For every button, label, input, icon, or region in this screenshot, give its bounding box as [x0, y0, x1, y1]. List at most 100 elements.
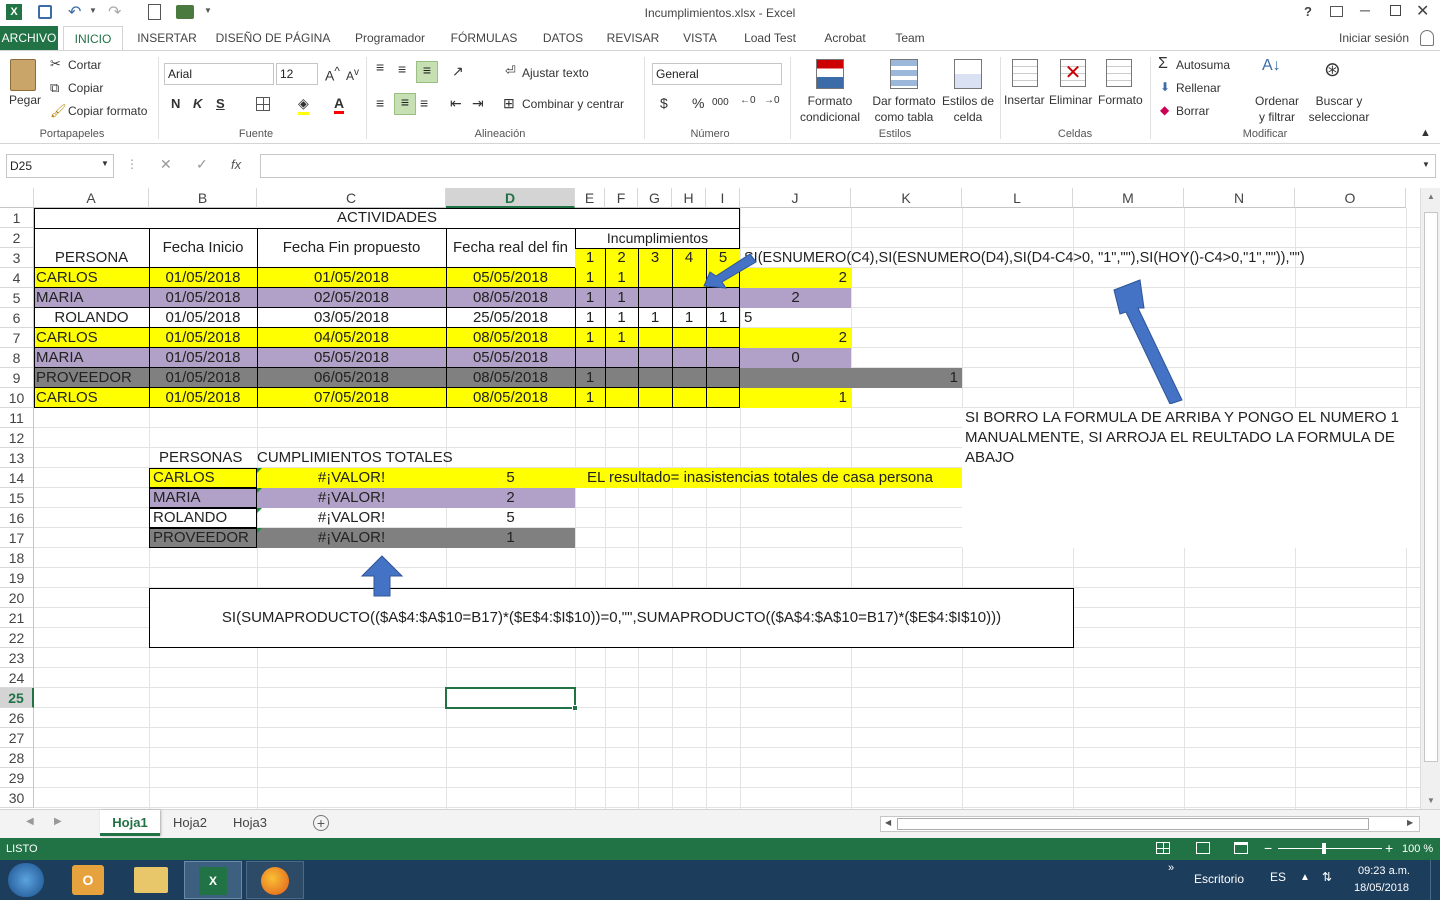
table-cell[interactable]: 02/05/2018 — [257, 288, 446, 308]
help-button[interactable]: ? — [1304, 4, 1312, 19]
align-top-icon[interactable]: ≡ — [376, 59, 384, 75]
table-cell[interactable] — [638, 328, 672, 348]
summary-total[interactable]: 5 — [446, 508, 575, 528]
next-sheet-icon[interactable]: ▶ — [54, 816, 62, 827]
table-cell[interactable]: 1 — [605, 268, 638, 288]
row-header[interactable]: 9 — [0, 368, 34, 388]
row-header[interactable]: 19 — [0, 568, 34, 588]
worksheet-grid[interactable]: SI(SUMAPRODUCTO(($A$4:$A$10=B17)*($E$4:$… — [34, 208, 1420, 809]
sort-filter-button[interactable]: Ordenar y filtrar — [1252, 93, 1302, 125]
paste-button[interactable]: Pegar — [9, 93, 41, 107]
row-header[interactable]: 11 — [0, 408, 34, 428]
wrap-text-button[interactable]: Ajustar texto — [522, 66, 589, 80]
table-cell[interactable]: 07/05/2018 — [257, 388, 446, 408]
row-header[interactable]: 28 — [0, 748, 34, 768]
column-header[interactable]: K — [851, 188, 962, 208]
row-header[interactable]: 25 — [0, 688, 34, 708]
tab-diseno-pagina[interactable]: DISEÑO DE PÁGINA — [212, 26, 334, 50]
row-header[interactable]: 16 — [0, 508, 34, 528]
user-icon[interactable] — [1420, 30, 1434, 46]
fill-color-icon[interactable]: ◈ — [298, 95, 309, 115]
tab-revisar[interactable]: REVISAR — [600, 26, 666, 50]
borders-icon[interactable] — [256, 97, 270, 111]
column-header[interactable]: A — [34, 188, 149, 208]
total-cell[interactable]: 2 — [740, 328, 851, 348]
table-cell[interactable] — [672, 288, 706, 308]
row-header[interactable]: 3 — [0, 248, 34, 268]
insert-cells-icon[interactable] — [1012, 59, 1038, 87]
column-header[interactable]: I — [706, 188, 740, 208]
delete-cells-icon[interactable]: ✕ — [1060, 59, 1086, 87]
format-painter-button[interactable]: Copiar formato — [68, 104, 147, 118]
table-cell[interactable] — [706, 388, 740, 408]
table-cell[interactable]: 05/05/2018 — [446, 268, 575, 288]
sheet-tab-hoja2[interactable]: Hoja2 — [164, 810, 216, 836]
tray-expand-icon[interactable]: ▲ — [1300, 872, 1310, 883]
column-header[interactable]: L — [962, 188, 1073, 208]
collapse-ribbon-icon[interactable]: ▲ — [1420, 127, 1431, 139]
insert-function-icon[interactable]: fx — [231, 157, 241, 172]
summary-value[interactable]: #¡VALOR! — [257, 488, 446, 508]
restore-button[interactable] — [1390, 5, 1401, 16]
column-header[interactable]: N — [1184, 188, 1295, 208]
format-cells-button[interactable]: Formato — [1098, 93, 1143, 107]
table-cell[interactable]: 08/05/2018 — [446, 388, 575, 408]
firefox-icon[interactable] — [246, 861, 304, 899]
table-cell[interactable]: 08/05/2018 — [446, 328, 575, 348]
desktop-toolbar[interactable]: Escritorio — [1194, 872, 1244, 886]
decrease-indent-icon[interactable]: ⇤ — [450, 95, 462, 112]
cancel-icon[interactable]: ✕ — [160, 156, 172, 173]
table-cell[interactable]: 1 — [575, 368, 605, 388]
row-header[interactable]: 29 — [0, 768, 34, 788]
table-cell[interactable]: 1 — [605, 288, 638, 308]
show-more-icon[interactable]: » — [1168, 862, 1174, 874]
column-header[interactable]: O — [1295, 188, 1406, 208]
table-cell[interactable] — [706, 348, 740, 368]
table-cell[interactable] — [638, 348, 672, 368]
table-cell[interactable]: 01/05/2018 — [149, 388, 257, 408]
font-color-icon[interactable]: A — [334, 95, 345, 114]
delete-cells-button[interactable]: Eliminar — [1049, 93, 1092, 107]
table-cell[interactable] — [605, 368, 638, 388]
outlook-icon[interactable]: O — [72, 865, 104, 895]
format-painter-icon[interactable]: 🖌 — [50, 103, 67, 119]
insert-cells-button[interactable]: Insertar — [1004, 93, 1045, 107]
table-cell[interactable]: 1 — [672, 308, 706, 328]
format-table-icon[interactable] — [890, 59, 918, 89]
format-cells-icon[interactable] — [1106, 59, 1132, 87]
total-cell[interactable]: 1 — [740, 368, 962, 388]
paste-icon[interactable] — [10, 59, 36, 91]
name-box[interactable]: D25 — [6, 154, 114, 178]
row-header[interactable]: 4 — [0, 268, 34, 288]
zoom-in-icon[interactable]: + — [1385, 840, 1393, 856]
tab-programador[interactable]: Programador — [344, 26, 436, 50]
table-cell[interactable] — [638, 388, 672, 408]
row-header[interactable]: 12 — [0, 428, 34, 448]
name-box-dropdown-icon[interactable]: ▼ — [101, 159, 109, 168]
table-cell[interactable]: 1 — [605, 328, 638, 348]
vertical-scroll-thumb[interactable] — [1424, 212, 1438, 762]
save-icon[interactable] — [38, 5, 52, 19]
sheet-tab-hoja1[interactable]: Hoja1 — [100, 810, 160, 836]
column-header[interactable]: F — [605, 188, 638, 208]
row-header[interactable]: 7 — [0, 328, 34, 348]
windows-start-icon[interactable] — [8, 863, 44, 897]
table-cell[interactable]: 01/05/2018 — [149, 308, 257, 328]
fill-handle[interactable] — [572, 705, 578, 711]
table-cell[interactable] — [672, 328, 706, 348]
clock-time[interactable]: 09:23 a.m. — [1358, 865, 1410, 877]
table-cell[interactable]: 01/05/2018 — [149, 368, 257, 388]
page-layout-icon[interactable] — [1196, 842, 1210, 854]
table-cell[interactable]: MARIA — [34, 288, 149, 308]
sheet-tab-hoja3[interactable]: Hoja3 — [224, 810, 276, 836]
increase-indent-icon[interactable]: ⇥ — [472, 95, 484, 112]
table-cell[interactable] — [638, 288, 672, 308]
align-left-icon[interactable]: ≡ — [376, 95, 384, 111]
thousands-button[interactable]: 000 — [712, 97, 729, 108]
print-preview-icon[interactable] — [148, 4, 161, 20]
table-cell[interactable] — [706, 368, 740, 388]
table-cell[interactable] — [672, 268, 706, 288]
table-cell[interactable]: 08/05/2018 — [446, 368, 575, 388]
table-cell[interactable]: 06/05/2018 — [257, 368, 446, 388]
normal-view-icon[interactable] — [1156, 842, 1170, 854]
